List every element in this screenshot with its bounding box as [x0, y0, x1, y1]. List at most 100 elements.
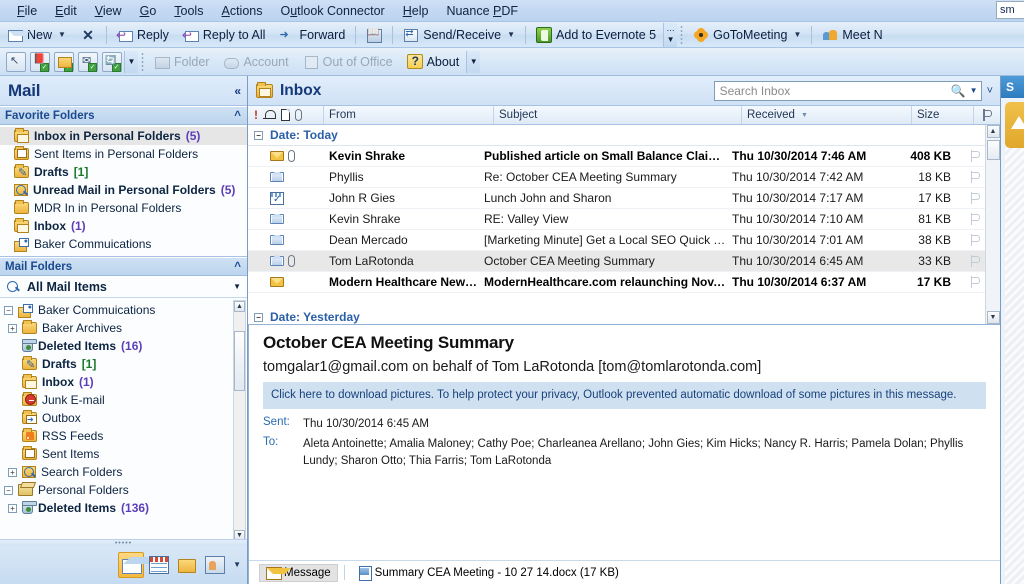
tree-item-deleted-items-personal[interactable]: + Deleted Items (136)	[4, 499, 247, 517]
tree-item-drafts-baker[interactable]: Drafts [1]	[18, 355, 247, 373]
nav-pane-resize-grip[interactable]: •••••	[0, 539, 247, 547]
toolbar-grip[interactable]	[679, 24, 685, 45]
table-row[interactable]: Tom LaRotonda October CEA Meeting Summar…	[248, 251, 985, 272]
new-button[interactable]: New ▼	[1, 24, 72, 46]
chevron-down-icon[interactable]: ▼	[233, 282, 241, 291]
folder-tree-scrollbar[interactable]: ▲ ▼	[233, 300, 246, 542]
meet-now-button[interactable]: Meet N	[816, 24, 888, 46]
message-list-scrollbar[interactable]: ▲ ▼	[985, 125, 1000, 324]
connector-out-of-office-cmd[interactable]: Out of Office	[297, 51, 399, 73]
tree-item-junk-email[interactable]: Junk E-mail	[18, 391, 247, 409]
tree-item-deleted-items-baker[interactable]: Deleted Items (16)	[18, 337, 247, 355]
expand-expander-icon[interactable]: +	[8, 503, 17, 513]
reply-all-button[interactable]: Reply to All	[177, 24, 272, 46]
menu-view[interactable]: View	[86, 2, 131, 20]
chevron-up-icon[interactable]: ^	[234, 110, 241, 122]
collapse-expander-icon[interactable]: −	[4, 485, 13, 495]
table-row[interactable]: Modern Healthcare News... ModernHealthca…	[248, 272, 985, 293]
message-tab[interactable]: Message	[259, 563, 338, 582]
tree-item-personal-folders[interactable]: − Personal Folders	[0, 481, 247, 499]
expand-query-builder-icon[interactable]: ˅	[984, 85, 996, 97]
row-flag[interactable]	[959, 255, 985, 267]
connector-overflow-button-2[interactable]: ▼	[466, 50, 481, 73]
fav-item-inbox[interactable]: Inbox (1)	[0, 217, 247, 235]
fav-item-baker-communications[interactable]: ● Baker Commuications	[0, 235, 247, 253]
menu-nuance-pdf[interactable]: Nuance PDF	[437, 2, 527, 20]
reminder-icon[interactable]	[263, 109, 276, 121]
download-pictures-notice[interactable]: Click here to download pictures. To help…	[263, 382, 986, 409]
connector-mail-button[interactable]: ✓	[77, 51, 99, 73]
fav-item-inbox-personal[interactable]: Inbox in Personal Folders (5)	[0, 127, 247, 145]
column-from[interactable]: From	[324, 106, 494, 124]
menu-go[interactable]: Go	[131, 2, 166, 20]
chevron-down-icon[interactable]: ▼	[507, 30, 515, 39]
connector-folder-cmd[interactable]: Folder	[148, 51, 215, 73]
importance-icon[interactable]: !	[254, 108, 258, 122]
scrollbar-thumb[interactable]	[234, 331, 245, 391]
forward-button[interactable]: Forward	[273, 24, 351, 46]
fav-item-unread-mail[interactable]: Unread Mail in Personal Folders (5)	[0, 181, 247, 199]
row-flag[interactable]	[959, 150, 985, 162]
attachment-icon[interactable]	[295, 109, 302, 121]
scroll-up-icon[interactable]: ▲	[986, 125, 1000, 138]
row-flag[interactable]	[959, 192, 985, 204]
menu-actions[interactable]: Actions	[212, 2, 271, 20]
chevron-down-icon[interactable]: ▼	[970, 86, 978, 95]
scroll-down-icon[interactable]: ▼	[986, 311, 1000, 324]
tree-item-baker-archives[interactable]: + Baker Archives	[4, 319, 247, 337]
nav-button-folders[interactable]	[174, 552, 200, 578]
fav-item-sent-personal[interactable]: Sent Items in Personal Folders	[0, 145, 247, 163]
column-icons[interactable]: !	[248, 106, 324, 124]
connector-overflow-button[interactable]: ▼	[124, 50, 138, 73]
row-flag[interactable]	[959, 276, 985, 288]
menu-file[interactable]: File	[8, 2, 46, 20]
menu-tools[interactable]: Tools	[165, 2, 212, 20]
nav-button-mail[interactable]	[118, 551, 156, 578]
group-header-yesterday[interactable]: − Date: Yesterday	[248, 307, 985, 324]
search-icon[interactable]: 🔍	[951, 84, 966, 98]
table-row[interactable]: Phyllis Re: October CEA Meeting Summary …	[248, 167, 985, 188]
nav-button-calendar[interactable]	[146, 552, 172, 578]
scroll-up-icon[interactable]: ▲	[234, 301, 245, 312]
delete-button[interactable]: ✕	[74, 24, 102, 46]
connector-grip[interactable]	[140, 51, 145, 72]
attachment-item[interactable]: Summary CEA Meeting - 10 27 14.docx (17 …	[351, 563, 626, 582]
search-input[interactable]	[719, 83, 951, 98]
table-row[interactable]: Kevin Shrake Published article on Small …	[248, 146, 985, 167]
connector-book-button[interactable]: ✓	[29, 51, 51, 73]
connector-folder-button[interactable]: ✓	[53, 51, 75, 73]
add-to-evernote-button[interactable]: Add to Evernote 5	[530, 24, 662, 46]
item-type-icon[interactable]	[281, 109, 290, 121]
fav-item-drafts[interactable]: Drafts [1]	[0, 163, 247, 181]
menu-outlook-connector[interactable]: Outlook Connector	[271, 2, 393, 20]
menu-help[interactable]: Help	[394, 2, 438, 20]
expand-expander-icon[interactable]: +	[8, 467, 17, 477]
tree-item-outbox[interactable]: ➜ Outbox	[18, 409, 247, 427]
mail-folders-header[interactable]: Mail Folders ^	[0, 257, 247, 276]
table-row[interactable]: Kevin Shrake RE: Valley View Thu 10/30/2…	[248, 209, 985, 230]
toolbar-overflow-button[interactable]: ⋯ ▼	[663, 22, 678, 47]
column-size[interactable]: Size	[912, 106, 974, 124]
chevron-down-icon[interactable]: ▼	[58, 30, 66, 39]
table-row[interactable]: Dean Mercado [Marketing Minute] Get a Lo…	[248, 230, 985, 251]
row-flag[interactable]	[959, 171, 985, 183]
column-received[interactable]: Received ▼	[742, 106, 912, 124]
connector-account-cmd[interactable]: Account	[217, 51, 294, 73]
favorite-folders-header[interactable]: Favorite Folders ^	[0, 106, 247, 125]
tree-item-search-folders[interactable]: + Search Folders	[4, 463, 247, 481]
table-row[interactable]: John R Gies Lunch John and Sharon Thu 10…	[248, 188, 985, 209]
connector-sync-button[interactable]: ✓	[101, 51, 123, 73]
to-do-bar-card[interactable]	[1005, 102, 1024, 148]
collapse-expander-icon[interactable]: −	[254, 312, 263, 322]
scrollbar-thumb[interactable]	[986, 140, 1000, 160]
tree-item-sent-items[interactable]: Sent Items	[18, 445, 247, 463]
tree-item-inbox-baker[interactable]: Inbox (1)	[18, 373, 247, 391]
column-subject[interactable]: Subject	[494, 106, 742, 124]
tree-item-baker-communications[interactable]: − ● Baker Commuications	[0, 301, 247, 319]
connector-about-cmd[interactable]: About	[401, 51, 466, 73]
send-receive-button[interactable]: Send/Receive ▼	[397, 24, 521, 46]
gotomeeting-button[interactable]: GoToMeeting ▼	[687, 24, 807, 46]
collapse-expander-icon[interactable]: −	[4, 305, 13, 315]
address-book-button[interactable]	[360, 24, 388, 46]
expand-expander-icon[interactable]: +	[8, 323, 17, 333]
